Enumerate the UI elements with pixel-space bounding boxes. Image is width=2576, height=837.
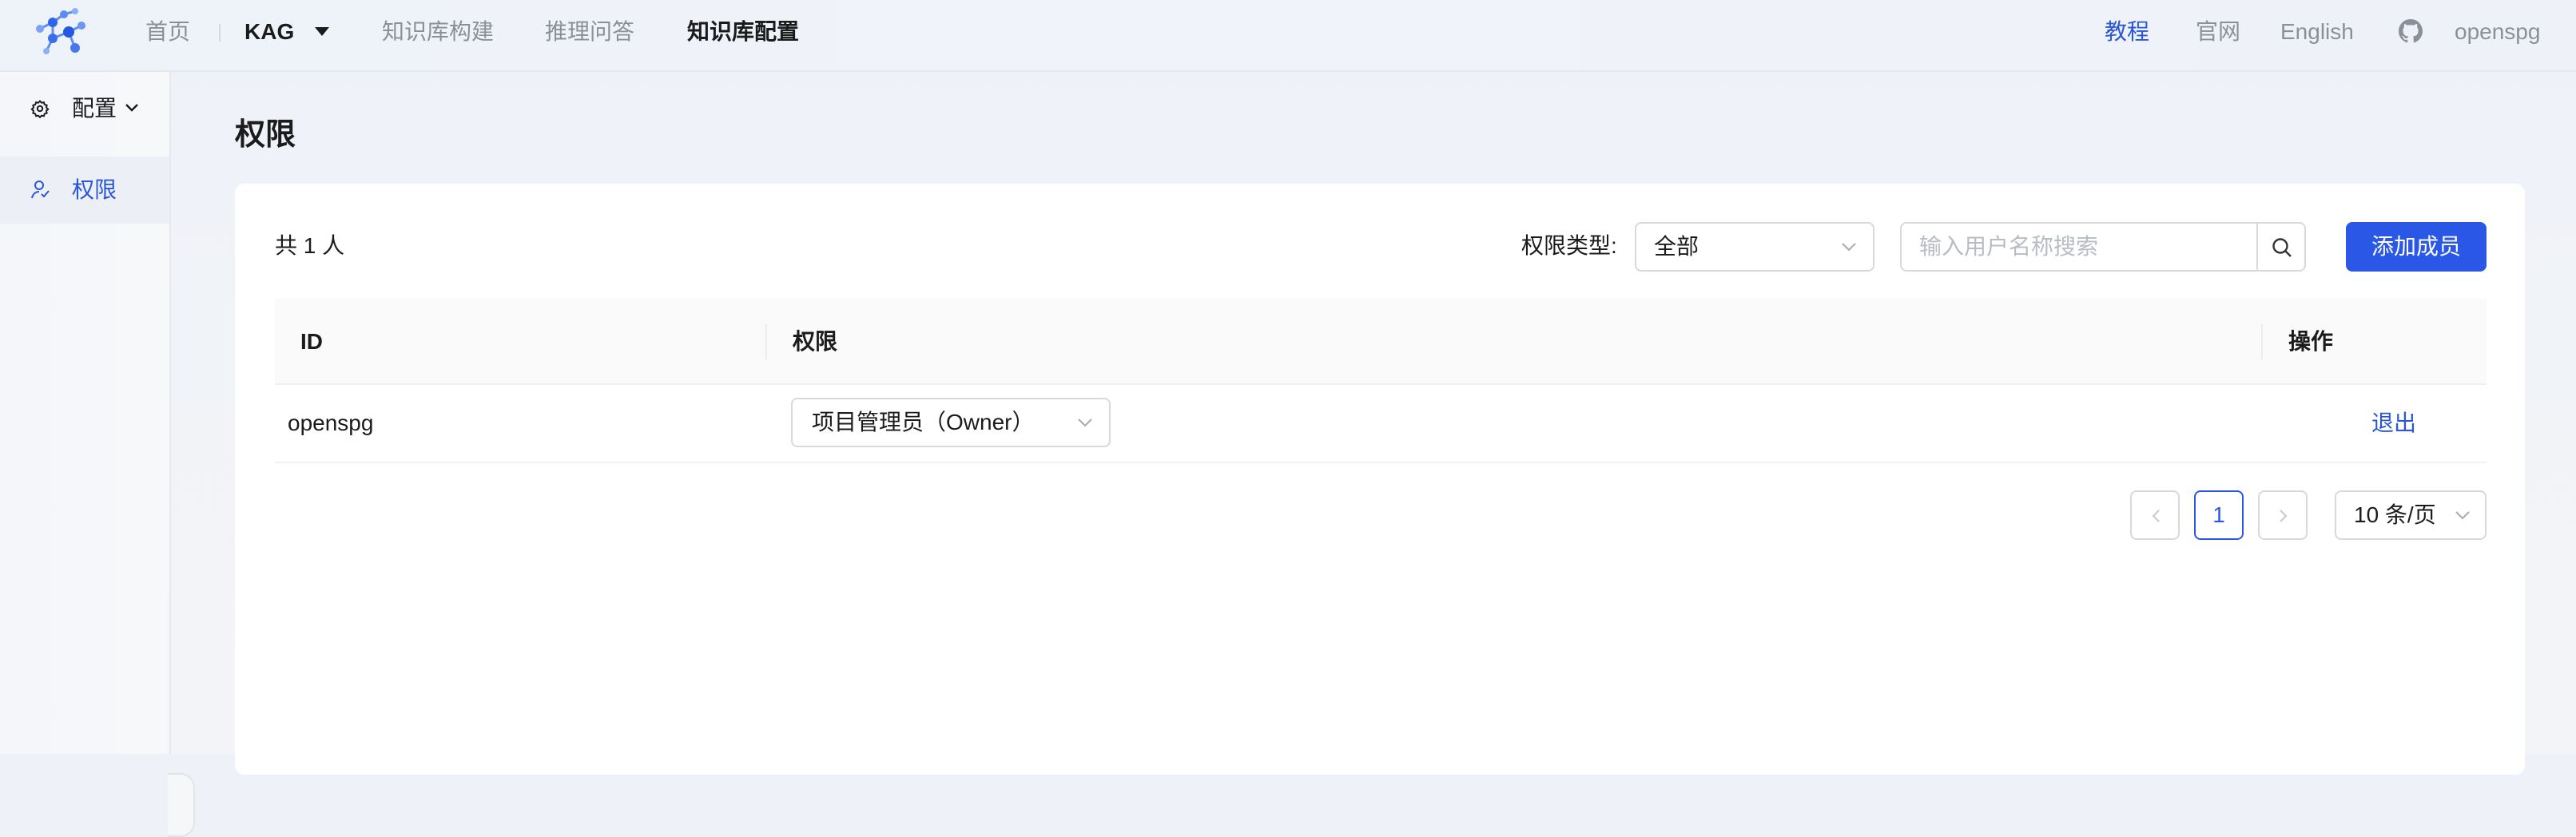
- chevron-down-icon: [125, 104, 138, 112]
- user-search-input[interactable]: [1900, 222, 2263, 272]
- user-permission-icon: [31, 180, 50, 199]
- sidebar-item-label: 权限: [72, 177, 117, 202]
- table-header: ID 权限 操作: [275, 299, 2487, 385]
- chevron-down-icon: [2455, 511, 2470, 520]
- member-id: openspg: [288, 411, 374, 435]
- search-icon: [2272, 238, 2292, 257]
- page-title: 权限: [235, 118, 296, 152]
- language-switch[interactable]: English: [2280, 18, 2354, 46]
- sidebar-collapse-handle[interactable]: [168, 773, 195, 837]
- page-size-value: 10 条/页: [2354, 502, 2436, 527]
- tutorial-link[interactable]: 教程: [2105, 18, 2149, 46]
- nav-kb-config[interactable]: 知识库配置: [687, 18, 799, 46]
- sidebar-item-permission[interactable]: 权限: [0, 157, 169, 224]
- project-name: KAG: [244, 19, 295, 44]
- official-site-link[interactable]: 官网: [2196, 18, 2240, 46]
- chevron-down-icon: [1078, 418, 1092, 427]
- column-divider: [2261, 324, 2263, 359]
- caret-down-icon: [315, 27, 330, 36]
- chevron-down-icon: [1842, 243, 1856, 252]
- permission-card: 共 1 人 权限类型: 全部 添加成员 ID 权限 操作 openspg 项目管…: [235, 184, 2525, 775]
- user-menu[interactable]: openspg: [2455, 18, 2540, 46]
- page-size-select[interactable]: 10 条/页: [2335, 490, 2487, 540]
- gear-icon: [30, 100, 50, 118]
- nav-kb-build[interactable]: 知识库构建: [382, 18, 494, 46]
- prev-page-button[interactable]: [2130, 490, 2180, 540]
- sidebar: 配置 权限: [0, 72, 195, 837]
- search-button[interactable]: [2256, 222, 2306, 272]
- project-switcher[interactable]: KAG: [244, 18, 330, 46]
- leave-button[interactable]: 退出: [2371, 409, 2416, 438]
- chevron-right-icon: [2280, 510, 2288, 522]
- member-role-value: 项目管理员（Owner）: [812, 410, 1035, 434]
- github-icon[interactable]: [2399, 19, 2423, 43]
- table-row: openspg 项目管理员（Owner） 退出: [275, 385, 2487, 463]
- member-role-select[interactable]: 项目管理员（Owner）: [791, 398, 1111, 447]
- chevron-left-icon: [2152, 510, 2160, 522]
- column-header-action: 操作: [2288, 329, 2334, 354]
- add-member-button[interactable]: 添加成员: [2346, 222, 2487, 272]
- openspg-logo[interactable]: [29, 5, 94, 61]
- page-number-current[interactable]: 1: [2194, 490, 2244, 540]
- next-page-button[interactable]: [2258, 490, 2308, 540]
- nav-reasoning-qa[interactable]: 推理问答: [545, 18, 634, 46]
- column-header-permission: 权限: [793, 329, 838, 354]
- member-count: 共 1 人: [275, 233, 345, 258]
- permission-type-value: 全部: [1654, 234, 1699, 259]
- nav-home[interactable]: 首页: [145, 18, 190, 46]
- column-divider: [765, 324, 767, 359]
- column-header-id: ID: [300, 329, 323, 354]
- permission-type-label: 权限类型:: [1521, 233, 1617, 258]
- nav-divider: [219, 24, 221, 42]
- top-navigation-bar: 首页 KAG 知识库构建 推理问答 知识库配置 教程 官网 English op…: [0, 0, 2576, 72]
- sidebar-section-label: 配置: [72, 96, 117, 121]
- permission-type-select[interactable]: 全部: [1635, 222, 1874, 272]
